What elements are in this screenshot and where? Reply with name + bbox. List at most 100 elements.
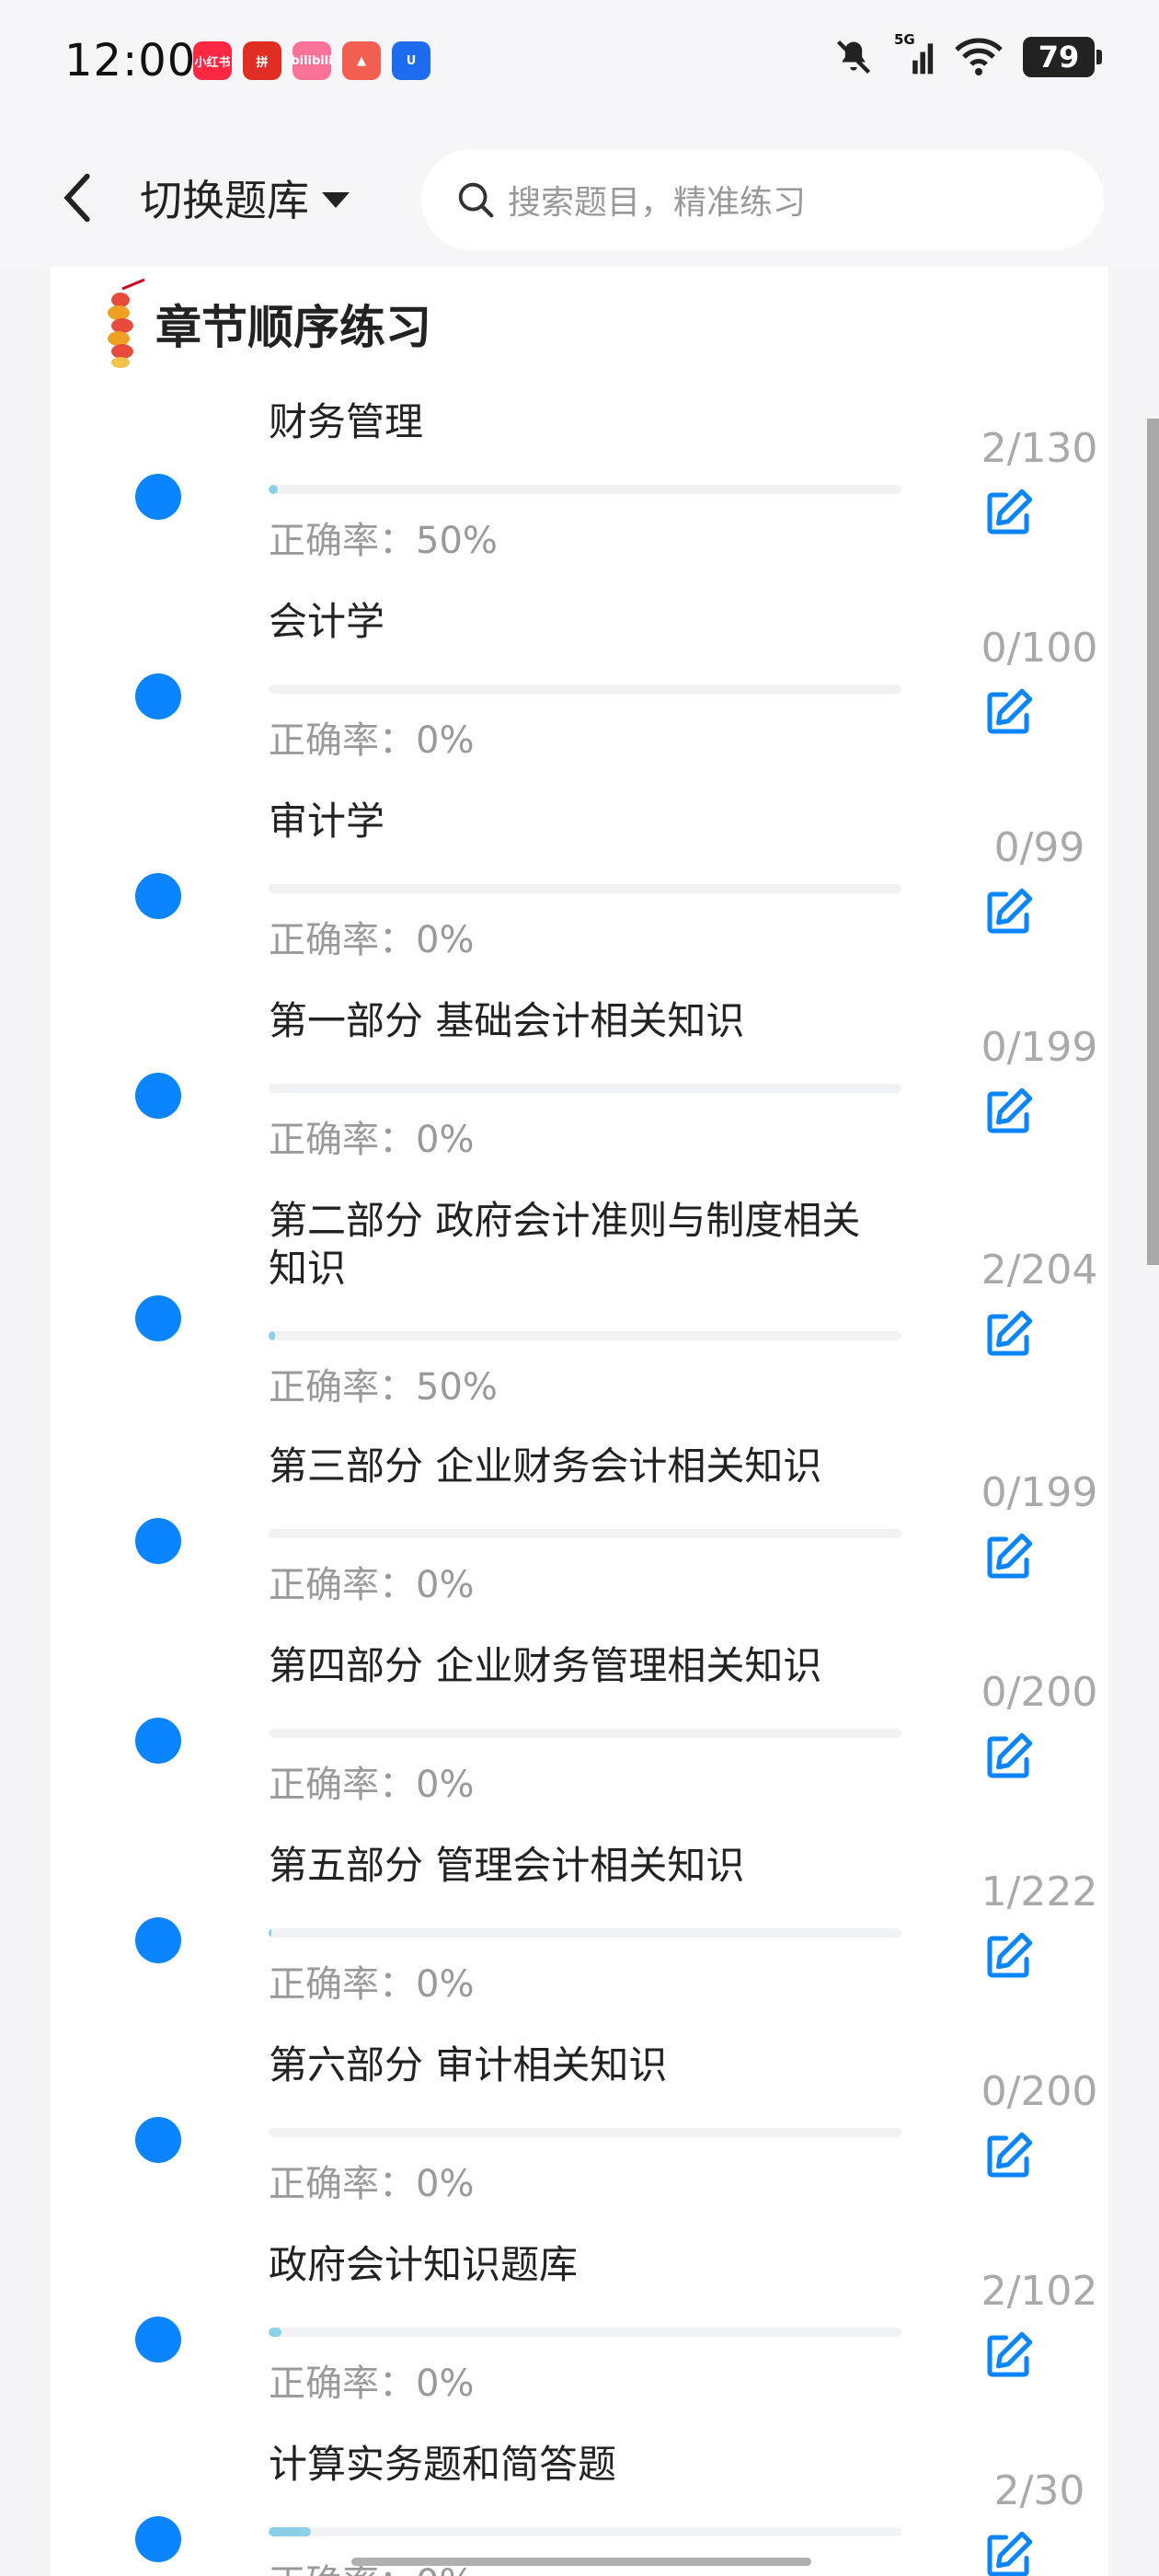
chapter-progress-fill [269,485,279,494]
chapter-row[interactable]: 第六部分 审计相关知识 正确率：0% 0/200 [51,2025,1108,2225]
edit-practice-icon[interactable] [981,2528,1036,2576]
status-time: 12:00 [64,35,197,86]
mute-bell-icon [836,40,871,75]
chapter-accuracy: 正确率：50% [269,520,498,562]
chapter-bullet [135,873,181,919]
chapter-bullet [135,474,181,520]
chapter-progress-fill [269,1331,275,1340]
chapter-row[interactable]: 第五部分 管理会计相关知识 正确率：0% 1/222 [51,1825,1108,2025]
chapter-progress-bar [269,1529,901,1538]
chapter-progress-bar [269,1928,901,1938]
app-notification-icon: 拼 [243,41,281,80]
edit-practice-icon[interactable] [981,685,1036,741]
chapter-progress-bar [269,485,901,494]
chapter-title: 计算实务题和简答题 [269,2442,617,2487]
chapter-progress-fill [269,2527,312,2536]
chapter-row[interactable]: 第一部分 基础会计相关知识 正确率：0% 0/199 [51,981,1108,1180]
app-notification-icon: 小红书 [193,41,232,80]
edit-practice-icon[interactable] [981,885,1036,940]
chapter-row[interactable]: 计算实务题和简答题正确率：0%2/30 [51,2424,1108,2576]
chapter-count: 0/199 [981,1469,1098,1516]
chapter-row[interactable]: 第四部分 企业财务管理相关知识 正确率：0% 0/200 [51,1626,1108,1825]
chapter-title: 第四部分 企业财务管理相关知识 [269,1643,822,1688]
chapter-row[interactable]: 审计学正确率：0% 0/99 [51,781,1108,981]
chapter-title: 第三部分 企业财务会计相关知识 [269,1443,822,1489]
chapter-count: 0/199 [981,1024,1098,1071]
chapter-progress-bar [269,1331,901,1340]
switch-question-bank-button[interactable]: 切换题库 [140,166,350,230]
chapter-count: 0/100 [981,625,1098,672]
header: 切换题库 搜索题目，精准练习 [0,129,1159,267]
chapter-bullet [135,2317,181,2363]
chapter-row[interactable]: 会计学正确率：0% 0/100 [51,581,1108,781]
switch-question-bank-label: 切换题库 [140,176,309,225]
notification-app-icons: 小红书拼 bilibili ▲ U [193,41,430,80]
cellular-signal-icon: 5G [894,31,935,77]
back-button[interactable] [51,166,106,230]
chapter-accuracy: 正确率：0% [269,1963,475,2006]
edit-practice-icon[interactable] [981,1530,1036,1585]
chapter-title: 第六部分 审计相关知识 [269,2042,668,2087]
chapter-accuracy: 正确率：0% [269,719,475,762]
home-indicator[interactable] [351,2558,811,2566]
section-header: 章节顺序练习 [97,278,431,370]
chapter-bullet [135,673,181,719]
edit-practice-icon[interactable] [981,1307,1036,1363]
app-notification-icon: ▲ [342,41,381,80]
section-title: 章节顺序练习 [155,301,431,354]
chapter-row[interactable]: 政府会计知识题库 正确率：0% 2/102 [51,2225,1108,2424]
chapter-count: 0/200 [981,1669,1098,1716]
search-placeholder: 搜索题目，精准练习 [508,184,807,222]
status-bar: 12:00 小红书拼 bilibili ▲ U 5G 79 [0,0,1159,129]
chapter-title: 审计学 [269,799,385,844]
chapter-progress-bar [269,684,901,694]
chapter-progress-fill [269,2328,281,2337]
search-icon [458,182,494,218]
chapter-bullet [135,1295,181,1341]
chapter-accuracy: 正确率：50% [269,1366,498,1409]
chapter-row[interactable]: 财务管理正确率：50% 2/130 [51,382,1108,581]
chapter-progress-bar [269,2527,901,2536]
chapter-progress-bar [269,884,901,893]
chapter-progress-bar [269,2328,901,2337]
chapter-count: 0/99 [993,824,1085,871]
chapter-title: 会计学 [269,599,385,644]
chapter-title: 第二部分 政府会计准则与制度相关知识 [269,1198,861,1291]
edit-practice-icon[interactable] [981,1929,1036,1984]
chapter-row[interactable]: 第三部分 企业财务会计相关知识 正确率：0% 0/199 [51,1426,1108,1626]
chapter-title: 第五部分 管理会计相关知识 [269,1843,745,1888]
chapter-title: 财务管理 [269,399,424,444]
chapter-row[interactable]: 第二部分 政府会计准则与制度相关知识 正确率：50% 2/204 [51,1180,1108,1426]
chapter-progress-bar [269,1084,901,1093]
chapter-count: 0/200 [981,2068,1098,2115]
chapter-bullet [135,1917,181,1963]
chapter-title: 政府会计知识题库 [269,2242,579,2287]
edit-practice-icon[interactable] [981,1085,1036,1140]
chapter-bullet [135,2516,181,2562]
chapter-count: 2/30 [993,2467,1085,2514]
chapter-bullet [135,1718,181,1764]
chapter-accuracy: 正确率：0% [269,2363,475,2405]
chapter-accuracy: 正确率：0% [269,1764,475,1806]
chapter-count: 2/102 [981,2268,1098,2315]
scrollbar[interactable] [1147,419,1159,1265]
wifi-icon [955,38,1003,75]
app-notification-icon: bilibili [293,41,331,80]
status-indicators: 5G 79 [833,31,1102,77]
edit-practice-icon[interactable] [981,2129,1036,2184]
edit-practice-icon[interactable] [981,486,1036,541]
chapter-accuracy: 正确率：0% [269,2163,475,2205]
chapter-practice-card: 章节顺序练习 财务管理正确率：50% 2/130 会计学正确率：0% 0/100 审计学… [51,267,1108,2576]
edit-practice-icon[interactable] [981,2329,1036,2384]
chapter-bullet [135,1073,181,1119]
chapter-title: 第一部分 基础会计相关知识 [269,998,745,1043]
chapter-progress-bar [269,2128,901,2137]
chapter-count: 2/130 [981,425,1098,472]
caret-down-icon [322,191,350,208]
app-notification-icon: U [392,41,430,80]
battery-indicator: 79 [1023,37,1102,77]
chapter-accuracy: 正确率：0% [269,919,475,961]
chapter-bullet [135,1518,181,1564]
search-input[interactable]: 搜索题目，精准练习 [421,149,1104,250]
edit-practice-icon[interactable] [981,1730,1036,1785]
